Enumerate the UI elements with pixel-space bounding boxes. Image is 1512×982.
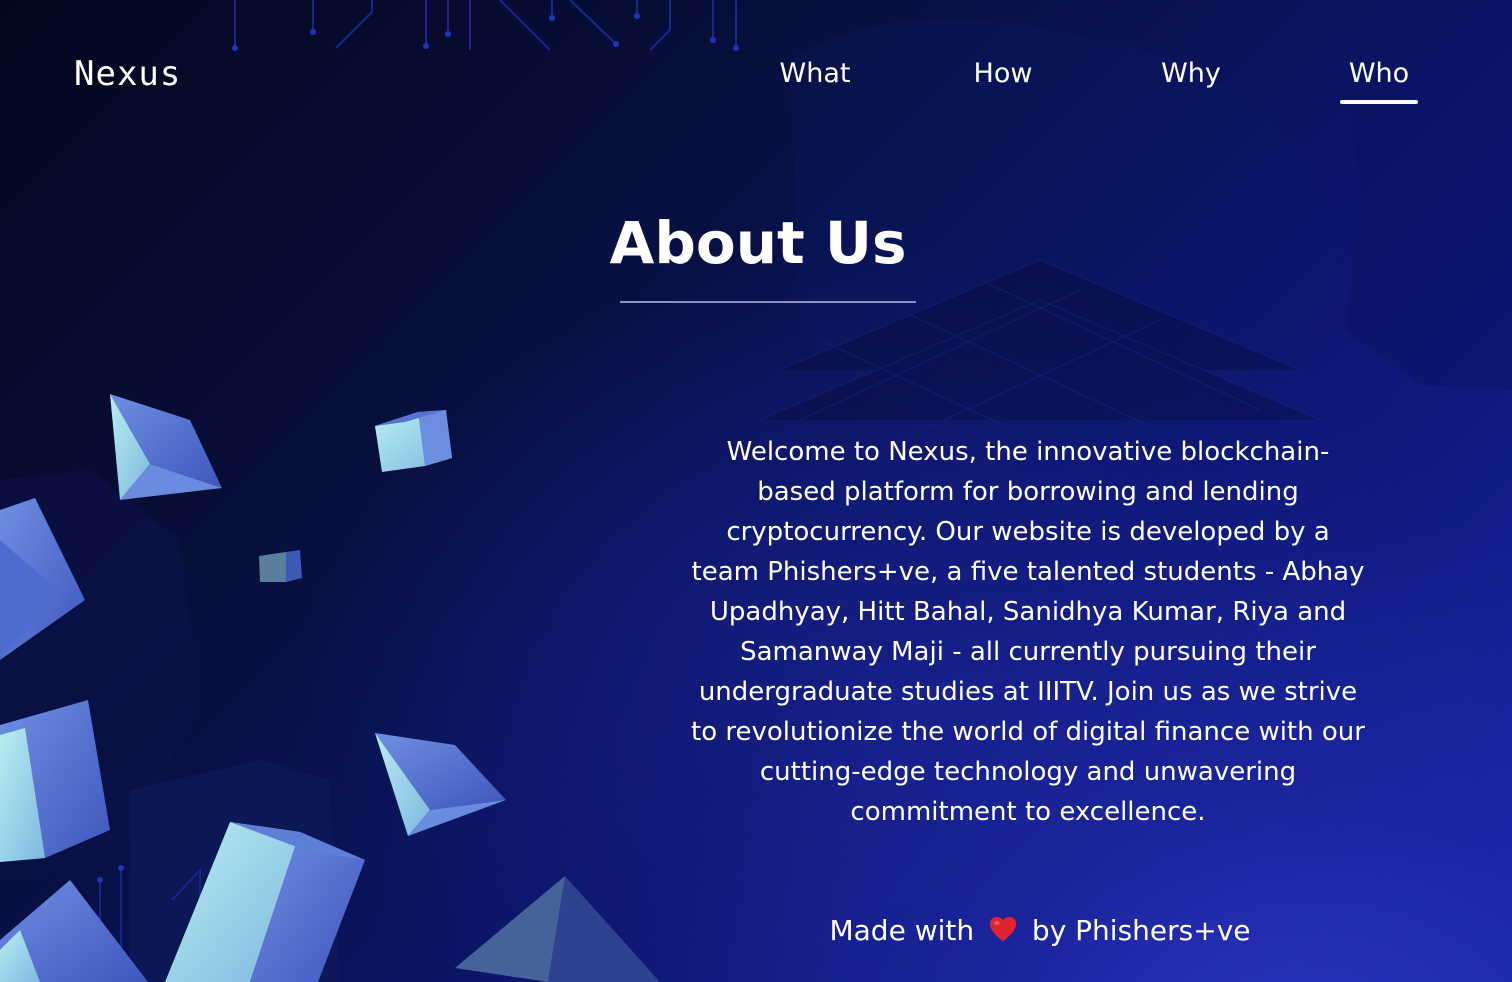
nav-link-what[interactable]: What xyxy=(760,56,870,92)
nav-link-who[interactable]: Who xyxy=(1324,56,1434,104)
nav-link-why[interactable]: Why xyxy=(1136,56,1246,92)
nav-link-how[interactable]: How xyxy=(948,56,1058,92)
heart-icon xyxy=(989,916,1017,942)
title-divider xyxy=(620,301,916,303)
footer-credit: Made with by Phishers+ve xyxy=(780,910,1300,952)
page-title: About Us xyxy=(609,209,907,277)
footer-suffix: by Phishers+ve xyxy=(1031,914,1251,947)
footer-prefix: Made with xyxy=(829,914,975,947)
about-paragraph: Welcome to Nexus, the innovative blockch… xyxy=(691,437,1365,827)
main-nav: What How Why Who xyxy=(0,56,1512,108)
crystal-shape xyxy=(110,394,222,500)
